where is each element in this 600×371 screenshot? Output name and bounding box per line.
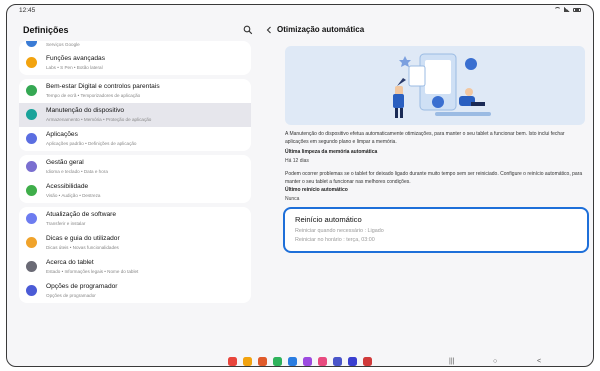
back-button[interactable]: <: [537, 358, 541, 365]
last-restart-label: Último reinício automático: [285, 187, 348, 193]
settings-item-subtitle: Estado • Informações legais • Nome do ta…: [46, 268, 139, 274]
maintenance-illustration: [393, 53, 491, 118]
settings-item-subtitle: Dicas úteis • Novas funcionalidades: [46, 244, 119, 250]
settings-item-icon: [26, 41, 37, 47]
settings-item-title: Funções avançadas: [46, 55, 106, 62]
settings-item-title: Acerca do tablet: [46, 259, 94, 266]
settings-list: Serviços Google Funções avançadas Labs • …: [19, 41, 251, 359]
settings-item[interactable]: Funções avançadas Labs • S Pen • Botão la…: [19, 51, 251, 75]
detail-pane: Otimização automática A Manutenção do di…: [263, 19, 593, 353]
settings-item-icon: [26, 85, 37, 96]
settings-item-title: Manutenção do dispositivo: [46, 107, 125, 114]
wifi-icon: [554, 7, 561, 12]
settings-item-icon: [26, 213, 37, 224]
tablet-frame: 12:45 Definições Serviços Google Funções…: [6, 4, 594, 367]
settings-item-icon: [26, 161, 37, 172]
auto-restart-card[interactable]: Reinício automático Reiniciar quando nec…: [283, 207, 589, 253]
camera-app-icon[interactable]: [363, 357, 372, 366]
status-icons: [554, 7, 581, 12]
settings-item-subtitle: Labs • S Pen • Botão lateral: [46, 64, 103, 70]
settings-group: Atualização de software Transferir e inst…: [19, 207, 251, 303]
settings-item-subtitle: Visão • Audição • Destreza: [46, 192, 101, 198]
settings-item[interactable]: Bem-estar Digital e controlos parentais T…: [19, 79, 251, 103]
settings-item-icon: [26, 57, 37, 68]
settings-group: Bem-estar Digital e controlos parentais T…: [19, 79, 251, 151]
teams-app-icon[interactable]: [333, 357, 342, 366]
galaxy-store-app-icon[interactable]: [303, 357, 312, 366]
last-clean-label: Última limpeza da memória automática: [285, 149, 378, 155]
settings-item[interactable]: Acessibilidade Visão • Audição • Destreza: [19, 179, 251, 203]
settings-item[interactable]: Serviços Google: [19, 41, 251, 51]
battery-icon: [573, 7, 581, 12]
settings-item-subtitle: Aplicações padrão • Definições de aplica…: [46, 140, 137, 146]
settings-item-title: Aplicações: [46, 131, 78, 138]
phone-link-app-icon[interactable]: [288, 357, 297, 366]
settings-item-title: Dicas e guia do utilizador: [46, 235, 120, 242]
detail-title: Otimização automática: [277, 25, 365, 34]
navigation-bar: ||| ○ <: [7, 355, 593, 366]
recent-apps-button[interactable]: |||: [449, 358, 454, 365]
search-icon[interactable]: [243, 25, 253, 35]
settings-item-icon: [26, 237, 37, 248]
home-button[interactable]: ○: [493, 358, 497, 365]
settings-item-icon: [26, 109, 37, 120]
app-dock: [228, 357, 372, 366]
settings-item-title: Atualização de software: [46, 211, 117, 218]
auto-restart-title: Reinício automático: [295, 215, 362, 224]
settings-item[interactable]: Acerca do tablet Estado • Informações leg…: [19, 255, 251, 279]
settings-item[interactable]: Atualização de software Transferir e inst…: [19, 207, 251, 231]
settings-item-icon: [26, 133, 37, 144]
restart-when-needed: Reiniciar quando necessário : Ligado: [295, 228, 384, 234]
settings-item[interactable]: Aplicações Aplicações padrão • Definições…: [19, 127, 251, 151]
status-time: 12:45: [19, 7, 36, 14]
settings-item-title: Acessibilidade: [46, 183, 89, 190]
settings-item-title: Opções de programador: [46, 283, 118, 290]
settings-item-title: Gestão geral: [46, 159, 84, 166]
settings-item[interactable]: Opções de programador Opções de programad…: [19, 279, 251, 303]
settings-item-subtitle: Armazenamento • Memória • Proteção de ap…: [46, 116, 152, 122]
page-title: Definições: [23, 25, 69, 35]
files-app-icon[interactable]: [243, 357, 252, 366]
settings-group: Serviços Google Funções avançadas Labs • …: [19, 41, 251, 75]
settings-item-title: Bem-estar Digital e controlos parentais: [46, 83, 160, 90]
restart-schedule: Reiniciar no horário : terça, 03:00: [295, 237, 375, 243]
settings-item[interactable]: Dicas e guia do utilizador Dicas úteis • …: [19, 231, 251, 255]
calendar-app-icon[interactable]: [318, 357, 327, 366]
back-arrow-icon[interactable]: [265, 26, 273, 34]
restart-paragraph: Podem ocorrer problemas se o tablet for …: [285, 171, 583, 185]
settings-item-subtitle: Transferir e instalar: [46, 220, 86, 226]
hero-illustration: [285, 46, 585, 125]
settings-item-subtitle: Serviços Google: [46, 42, 80, 47]
status-bar: 12:45: [7, 5, 593, 17]
last-clean-value: Há 12 dias: [285, 158, 309, 164]
signal-icon: [564, 7, 570, 12]
messages-app-icon[interactable]: [273, 357, 282, 366]
settings-item-subtitle: Tempo de ecrã • Temporizadores de aplica…: [46, 92, 141, 98]
description-text: A Manutenção do dispositivo efetua autom…: [285, 131, 565, 145]
settings-item-subtitle: Opções de programador: [46, 292, 96, 298]
settings-item-subtitle: Idioma e teclado • Data e hora: [46, 168, 108, 174]
settings-item[interactable]: Manutenção do dispositivo Armazenamento •…: [19, 103, 251, 127]
settings-list-pane: Definições Serviços Google Funções avanç…: [19, 19, 254, 353]
notes-app-icon[interactable]: [258, 357, 267, 366]
settings-item-icon: [26, 261, 37, 272]
settings-item-icon: [26, 185, 37, 196]
settings-item-icon: [26, 285, 37, 296]
apps-grid-app-icon[interactable]: [228, 357, 237, 366]
settings-header: Definições: [23, 23, 253, 39]
settings-app-icon[interactable]: [348, 357, 357, 366]
settings-item[interactable]: Gestão geral Idioma e teclado • Data e ho…: [19, 155, 251, 179]
settings-group: Gestão geral Idioma e teclado • Data e ho…: [19, 155, 251, 203]
last-restart-value: Nunca: [285, 196, 300, 202]
